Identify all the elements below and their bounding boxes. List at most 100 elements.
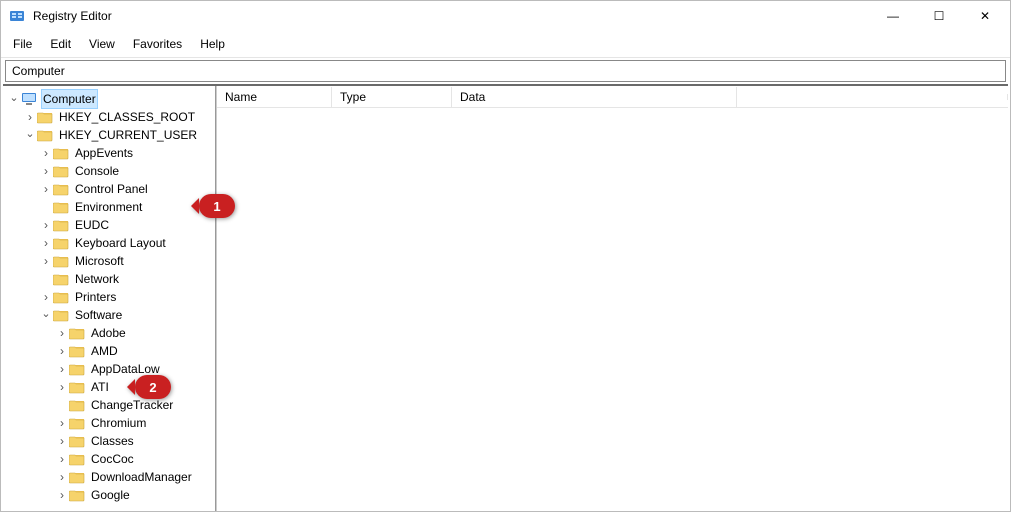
tree-node[interactable]: Adobe: [3, 324, 215, 342]
tree-node[interactable]: Classes: [3, 432, 215, 450]
tree-node[interactable]: Google: [3, 486, 215, 504]
chevron-right-icon[interactable]: [55, 468, 69, 487]
regedit-icon: [9, 8, 25, 24]
folder-icon: [53, 164, 69, 178]
tree-node-label: AppEvents: [73, 144, 135, 162]
chevron-right-icon[interactable]: [55, 450, 69, 469]
folder-icon: [53, 146, 69, 160]
chevron-right-icon[interactable]: [39, 288, 53, 307]
tree-node-label: Environment: [73, 198, 144, 216]
chevron-right-icon[interactable]: [55, 324, 69, 343]
tree-node[interactable]: Software: [3, 306, 215, 324]
chevron-right-icon[interactable]: [55, 342, 69, 361]
list-pane: Name Type Data: [216, 86, 1008, 511]
tree-node-label: Printers: [73, 288, 118, 306]
folder-icon: [37, 128, 53, 142]
menu-file[interactable]: File: [5, 33, 40, 55]
folder-icon: [69, 362, 85, 376]
maximize-button[interactable]: ☐: [916, 1, 962, 31]
tree-node-label: ATI: [89, 378, 111, 396]
folder-icon: [69, 452, 85, 466]
tree-node[interactable]: AppEvents: [3, 144, 215, 162]
chevron-down-icon[interactable]: [39, 306, 53, 324]
window-title: Registry Editor: [33, 9, 112, 23]
tree-node[interactable]: Printers: [3, 288, 215, 306]
registry-tree: ComputerHKEY_CLASSES_ROOTHKEY_CURRENT_US…: [3, 86, 215, 504]
tree-node[interactable]: EUDC: [3, 216, 215, 234]
chevron-right-icon[interactable]: [39, 180, 53, 199]
close-button[interactable]: ✕: [962, 1, 1008, 31]
content-area: ComputerHKEY_CLASSES_ROOTHKEY_CURRENT_US…: [3, 84, 1008, 511]
chevron-right-icon[interactable]: [55, 414, 69, 433]
tree-node-label: CocCoc: [89, 450, 136, 468]
tree-node[interactable]: Keyboard Layout: [3, 234, 215, 252]
minimize-button[interactable]: —: [870, 1, 916, 31]
folder-icon: [69, 326, 85, 340]
tree-node-label: AMD: [89, 342, 120, 360]
menubar: File Edit View Favorites Help: [1, 31, 1010, 58]
menu-view[interactable]: View: [81, 33, 123, 55]
annotation-badge-2: 2: [135, 375, 171, 399]
tree-pane: ComputerHKEY_CLASSES_ROOTHKEY_CURRENT_US…: [3, 86, 216, 511]
folder-icon: [69, 488, 85, 502]
chevron-down-icon[interactable]: [23, 126, 37, 144]
tree-scroll[interactable]: ComputerHKEY_CLASSES_ROOTHKEY_CURRENT_US…: [3, 86, 215, 511]
menu-edit[interactable]: Edit: [42, 33, 79, 55]
tree-node-label: Chromium: [89, 414, 148, 432]
tree-node-label: Adobe: [89, 324, 128, 342]
chevron-right-icon[interactable]: [39, 162, 53, 181]
chevron-right-icon[interactable]: [39, 144, 53, 163]
tree-node[interactable]: Computer: [3, 90, 215, 108]
tree-node[interactable]: Environment: [3, 198, 215, 216]
column-data[interactable]: Data: [452, 87, 737, 107]
tree-node[interactable]: ATI: [3, 378, 215, 396]
folder-icon: [37, 110, 53, 124]
folder-icon: [69, 398, 85, 412]
tree-node[interactable]: Control Panel: [3, 180, 215, 198]
annotation-badge-1: 1: [199, 194, 235, 218]
chevron-right-icon[interactable]: [55, 378, 69, 397]
tree-node-label: HKEY_CLASSES_ROOT: [57, 108, 197, 126]
tree-node[interactable]: AMD: [3, 342, 215, 360]
folder-icon: [69, 470, 85, 484]
tree-node-label: EUDC: [73, 216, 111, 234]
tree-node-label: HKEY_CURRENT_USER: [57, 126, 199, 144]
tree-node[interactable]: Network: [3, 270, 215, 288]
chevron-right-icon[interactable]: [55, 432, 69, 451]
chevron-right-icon[interactable]: [55, 486, 69, 505]
chevron-right-icon[interactable]: [39, 252, 53, 271]
address-bar[interactable]: Computer: [5, 60, 1006, 82]
tree-node[interactable]: HKEY_CLASSES_ROOT: [3, 108, 215, 126]
folder-icon: [69, 380, 85, 394]
tree-node[interactable]: HKEY_CURRENT_USER: [3, 126, 215, 144]
folder-icon: [53, 272, 69, 286]
chevron-right-icon[interactable]: [39, 216, 53, 235]
folder-icon: [69, 416, 85, 430]
tree-node-label: Microsoft: [73, 252, 126, 270]
chevron-down-icon[interactable]: [7, 90, 21, 108]
tree-node-label: Software: [73, 306, 124, 324]
tree-node[interactable]: Chromium: [3, 414, 215, 432]
column-type[interactable]: Type: [332, 87, 452, 107]
chevron-right-icon[interactable]: [55, 360, 69, 379]
folder-icon: [53, 254, 69, 268]
chevron-right-icon[interactable]: [39, 234, 53, 253]
tree-node-label: ChangeTracker: [89, 396, 175, 414]
folder-icon: [69, 434, 85, 448]
computer-icon: [21, 92, 37, 106]
column-name[interactable]: Name: [217, 87, 332, 107]
tree-node[interactable]: Microsoft: [3, 252, 215, 270]
folder-icon: [53, 236, 69, 250]
chevron-right-icon[interactable]: [23, 108, 37, 127]
tree-node[interactable]: DownloadManager: [3, 468, 215, 486]
titlebar: Registry Editor — ☐ ✕: [1, 1, 1010, 31]
tree-node[interactable]: Console: [3, 162, 215, 180]
tree-node[interactable]: AppDataLow: [3, 360, 215, 378]
menu-help[interactable]: Help: [192, 33, 233, 55]
folder-icon: [53, 218, 69, 232]
tree-node[interactable]: ChangeTracker: [3, 396, 215, 414]
tree-node-label: Keyboard Layout: [73, 234, 168, 252]
column-extra[interactable]: [737, 94, 1008, 100]
menu-favorites[interactable]: Favorites: [125, 33, 190, 55]
tree-node[interactable]: CocCoc: [3, 450, 215, 468]
